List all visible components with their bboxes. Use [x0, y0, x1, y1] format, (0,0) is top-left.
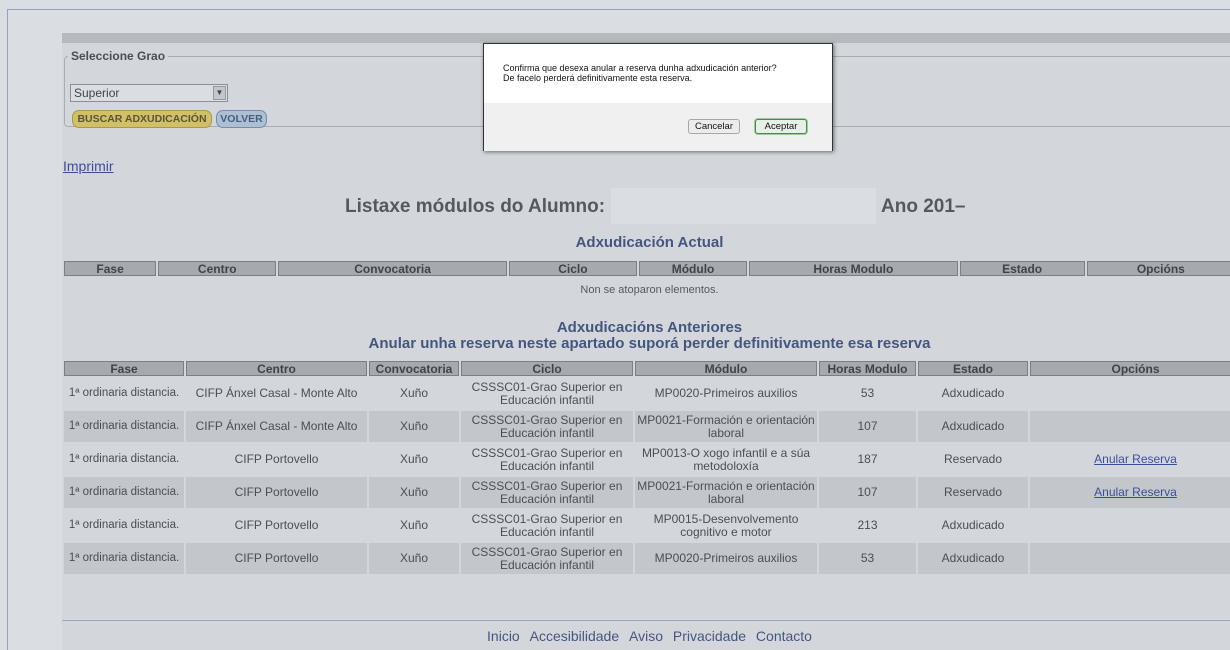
- dialog-line-1: Confirma que desexa anular a reserva dun…: [503, 63, 777, 73]
- aceptar-button[interactable]: Aceptar: [755, 119, 807, 134]
- dialog-message: Confirma que desexa anular a reserva dun…: [503, 63, 777, 83]
- confirm-dialog: Confirma que desexa anular a reserva dun…: [483, 43, 833, 151]
- cancel-button[interactable]: Cancelar: [688, 119, 740, 134]
- dialog-line-2: De facelo perderá definitivamente esta r…: [503, 73, 693, 83]
